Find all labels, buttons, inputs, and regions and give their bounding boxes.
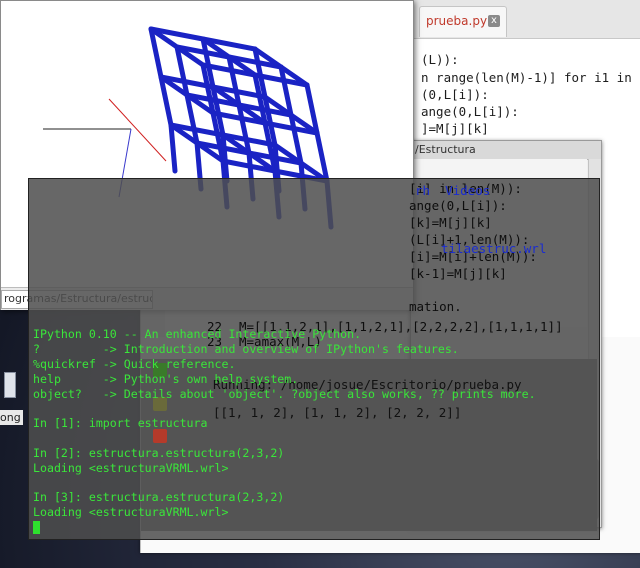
terminal-line: %quickref -> Quick reference. — [33, 357, 236, 371]
terminal-line: In [3]: estructura.estructura(2,3,2) — [33, 490, 285, 504]
run-result: [[1, 1, 2], [1, 1, 2], [2, 2, 2]] — [213, 405, 462, 420]
text-cursor — [33, 521, 40, 534]
ghost-file-label: tilaestruc.wrl — [441, 241, 547, 256]
code-line[interactable]: n range(len(M)-1)] for i1 in — [421, 70, 632, 85]
terminal-prompt[interactable] — [33, 520, 40, 534]
terminal-line: ? -> Introduction and overview of IPytho… — [33, 342, 459, 356]
code-text: n range(len(M)-1)] for i1 in — [421, 70, 632, 85]
axis-y-line — [108, 98, 167, 162]
terminal-line: IPython 0.10 -- An enhanced Interactive … — [33, 327, 362, 341]
ghost-code-line: [k]=M[j][k] — [409, 215, 492, 230]
terminal-line: Loading <estructuraVRML.wrl> — [33, 461, 229, 475]
stop-icon[interactable] — [153, 429, 167, 443]
output-panel-title: /Estructura — [415, 143, 476, 156]
ghost-code-line: ange(0,L[i]): — [409, 198, 507, 213]
terminal-line: In [2]: estructura.estructura(2,3,2) — [33, 446, 285, 460]
tab-label: prueba.py — [426, 14, 488, 28]
code-line[interactable]: ange(0,L[i]): — [421, 104, 519, 119]
ghost-folder-label: rh Videos — [415, 183, 491, 198]
frame-leg — [168, 122, 178, 174]
terminal-line: Loading <estructuraVRML.wrl> — [33, 505, 229, 519]
ghost-info-text: mation. — [409, 299, 462, 314]
desktop-icon-label: ong — [0, 410, 23, 425]
terminal-line: object? -> Details about 'object'. ?obje… — [33, 387, 536, 401]
terminal-line: In [1]: import estructura — [33, 416, 208, 430]
terminal-line: help -> Python's own help system. — [33, 372, 299, 386]
code-line[interactable]: (L)): — [421, 52, 459, 67]
ghost-code-line: [k-1]=M[j][k] — [409, 266, 507, 281]
desktop-icon[interactable]: ong — [0, 372, 23, 425]
code-line[interactable]: (0,L[i]): — [421, 87, 489, 102]
tab-prueba-py[interactable]: prueba.py x — [419, 6, 507, 37]
file-icon — [4, 372, 16, 398]
output-panel-titlebar[interactable]: /Estructura — [411, 141, 601, 160]
code-line[interactable]: ]=M[j][k] — [421, 121, 489, 136]
close-icon[interactable]: x — [488, 15, 500, 27]
ipython-terminal[interactable]: [i] in len(M)): ange(0,L[i]): [k]=M[j][k… — [28, 178, 600, 540]
